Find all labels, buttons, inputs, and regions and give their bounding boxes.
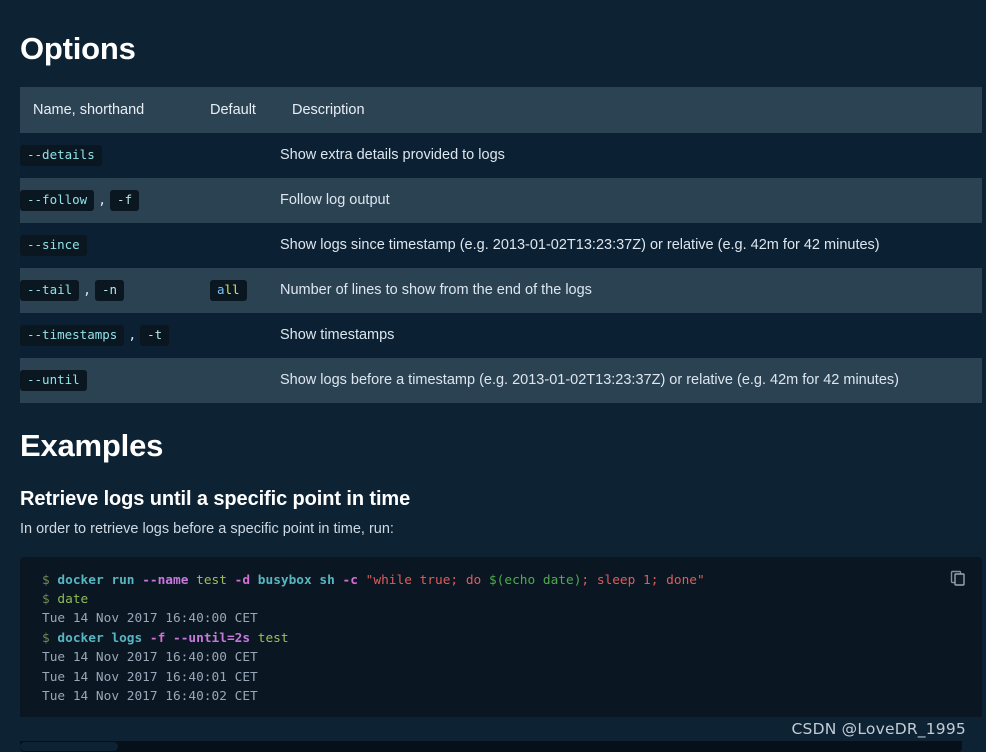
- option-default-cell: [210, 358, 280, 403]
- table-row: --until Show logs before a timestamp (e.g…: [20, 358, 982, 403]
- option-flag: --since: [20, 235, 87, 256]
- code-line: Tue 14 Nov 2017 16:40:00 CET: [42, 648, 982, 667]
- code-token: $: [42, 573, 57, 588]
- option-description-cell: Follow log output: [280, 178, 982, 223]
- code-token: run: [111, 573, 142, 588]
- code-token: test: [196, 573, 235, 588]
- code-token: docker: [57, 573, 111, 588]
- scrollbar-thumb[interactable]: [20, 742, 118, 751]
- code-token: -f: [150, 631, 173, 646]
- option-name-cell: --until: [20, 358, 210, 403]
- option-description-cell: Show timestamps: [280, 313, 982, 358]
- page-title-options: Options: [20, 0, 966, 64]
- flag-separator: ,: [79, 283, 95, 298]
- watermark: CSDN @LoveDR_1995: [792, 720, 966, 738]
- option-name-cell: --details: [20, 133, 210, 178]
- options-table-body: --details Show extra details provided to …: [20, 133, 982, 403]
- option-default-cell: [210, 178, 280, 223]
- code-line: Tue 14 Nov 2017 16:40:01 CET: [42, 668, 982, 687]
- copy-icon[interactable]: [948, 568, 968, 588]
- table-header-row: Name, shorthand Default Description: [20, 87, 982, 133]
- column-header-default: Default: [210, 87, 280, 133]
- example-description: In order to retrieve logs before a speci…: [20, 511, 966, 540]
- column-header-name: Name, shorthand: [20, 87, 210, 133]
- code-line: Tue 14 Nov 2017 16:40:02 CET: [42, 687, 982, 706]
- option-shorthand: -f: [110, 190, 139, 211]
- code-token: Tue 14 Nov 2017 16:40:02 CET: [42, 689, 258, 704]
- option-shorthand: -n: [95, 280, 124, 301]
- options-table-head: Name, shorthand Default Description: [20, 87, 982, 133]
- code-content: $ docker run --name test -d busybox sh -…: [20, 557, 982, 707]
- flag-separator: ,: [124, 328, 140, 343]
- code-token: busybox: [258, 573, 320, 588]
- documentation-page: Options Name, shorthand Default Descript…: [0, 0, 986, 752]
- code-line: $ date: [42, 590, 982, 609]
- option-flag: --until: [20, 370, 87, 391]
- option-description-cell: Show extra details provided to logs: [280, 133, 982, 178]
- code-horizontal-scrollbar[interactable]: [20, 741, 962, 752]
- page-edge: [982, 0, 986, 752]
- code-token: "while true; do: [366, 573, 489, 588]
- code-token: logs: [111, 631, 150, 646]
- code-token: --name: [142, 573, 196, 588]
- option-flag: --timestamps: [20, 325, 124, 346]
- code-token: --until=2s: [173, 631, 258, 646]
- page-title-examples: Examples: [20, 403, 966, 461]
- option-shorthand: -t: [140, 325, 169, 346]
- table-row: --tail,-nallNumber of lines to show from…: [20, 268, 982, 313]
- option-flag: --follow: [20, 190, 94, 211]
- code-block: $ docker run --name test -d busybox sh -…: [20, 557, 982, 717]
- example-heading: Retrieve logs until a specific point in …: [20, 461, 966, 511]
- code-token: -d: [235, 573, 258, 588]
- options-table: Name, shorthand Default Description --de…: [20, 87, 982, 403]
- code-token: sh: [319, 573, 342, 588]
- code-line: $ docker logs -f --until=2s test: [42, 629, 982, 648]
- code-line: $ docker run --name test -d busybox sh -…: [42, 571, 982, 590]
- flag-separator: ,: [94, 193, 110, 208]
- code-token: date: [57, 592, 88, 607]
- code-token: Tue 14 Nov 2017 16:40:00 CET: [42, 650, 258, 665]
- table-row: --since Show logs since timestamp (e.g. 2…: [20, 223, 982, 268]
- option-name-cell: --follow,-f: [20, 178, 210, 223]
- option-name-cell: --tail,-n: [20, 268, 210, 313]
- code-token: $: [42, 592, 57, 607]
- option-description-cell: Show logs since timestamp (e.g. 2013-01-…: [280, 223, 982, 268]
- column-header-description: Description: [280, 87, 982, 133]
- code-token: $: [42, 631, 57, 646]
- option-default-value: all: [210, 280, 247, 301]
- code-line: Tue 14 Nov 2017 16:40:00 CET: [42, 609, 982, 628]
- code-token: $(echo date): [489, 573, 581, 588]
- code-token: Tue 14 Nov 2017 16:40:01 CET: [42, 670, 258, 685]
- code-token: docker: [57, 631, 111, 646]
- code-token: test: [258, 631, 289, 646]
- option-name-cell: --timestamps,-t: [20, 313, 210, 358]
- option-default-cell: [210, 223, 280, 268]
- option-default-cell: [210, 133, 280, 178]
- option-description-cell: Show logs before a timestamp (e.g. 2013-…: [280, 358, 982, 403]
- code-token: ; sleep 1; done": [581, 573, 704, 588]
- code-token: -c: [343, 573, 366, 588]
- option-flag: --details: [20, 145, 102, 166]
- option-flag: --tail: [20, 280, 79, 301]
- code-token: Tue 14 Nov 2017 16:40:00 CET: [42, 611, 258, 626]
- option-name-cell: --since: [20, 223, 210, 268]
- table-row: --follow,-f Follow log output: [20, 178, 982, 223]
- table-row: --timestamps,-t Show timestamps: [20, 313, 982, 358]
- option-description-cell: Number of lines to show from the end of …: [280, 268, 982, 313]
- option-default-cell: [210, 313, 280, 358]
- option-default-cell: all: [210, 268, 280, 313]
- table-row: --details Show extra details provided to …: [20, 133, 982, 178]
